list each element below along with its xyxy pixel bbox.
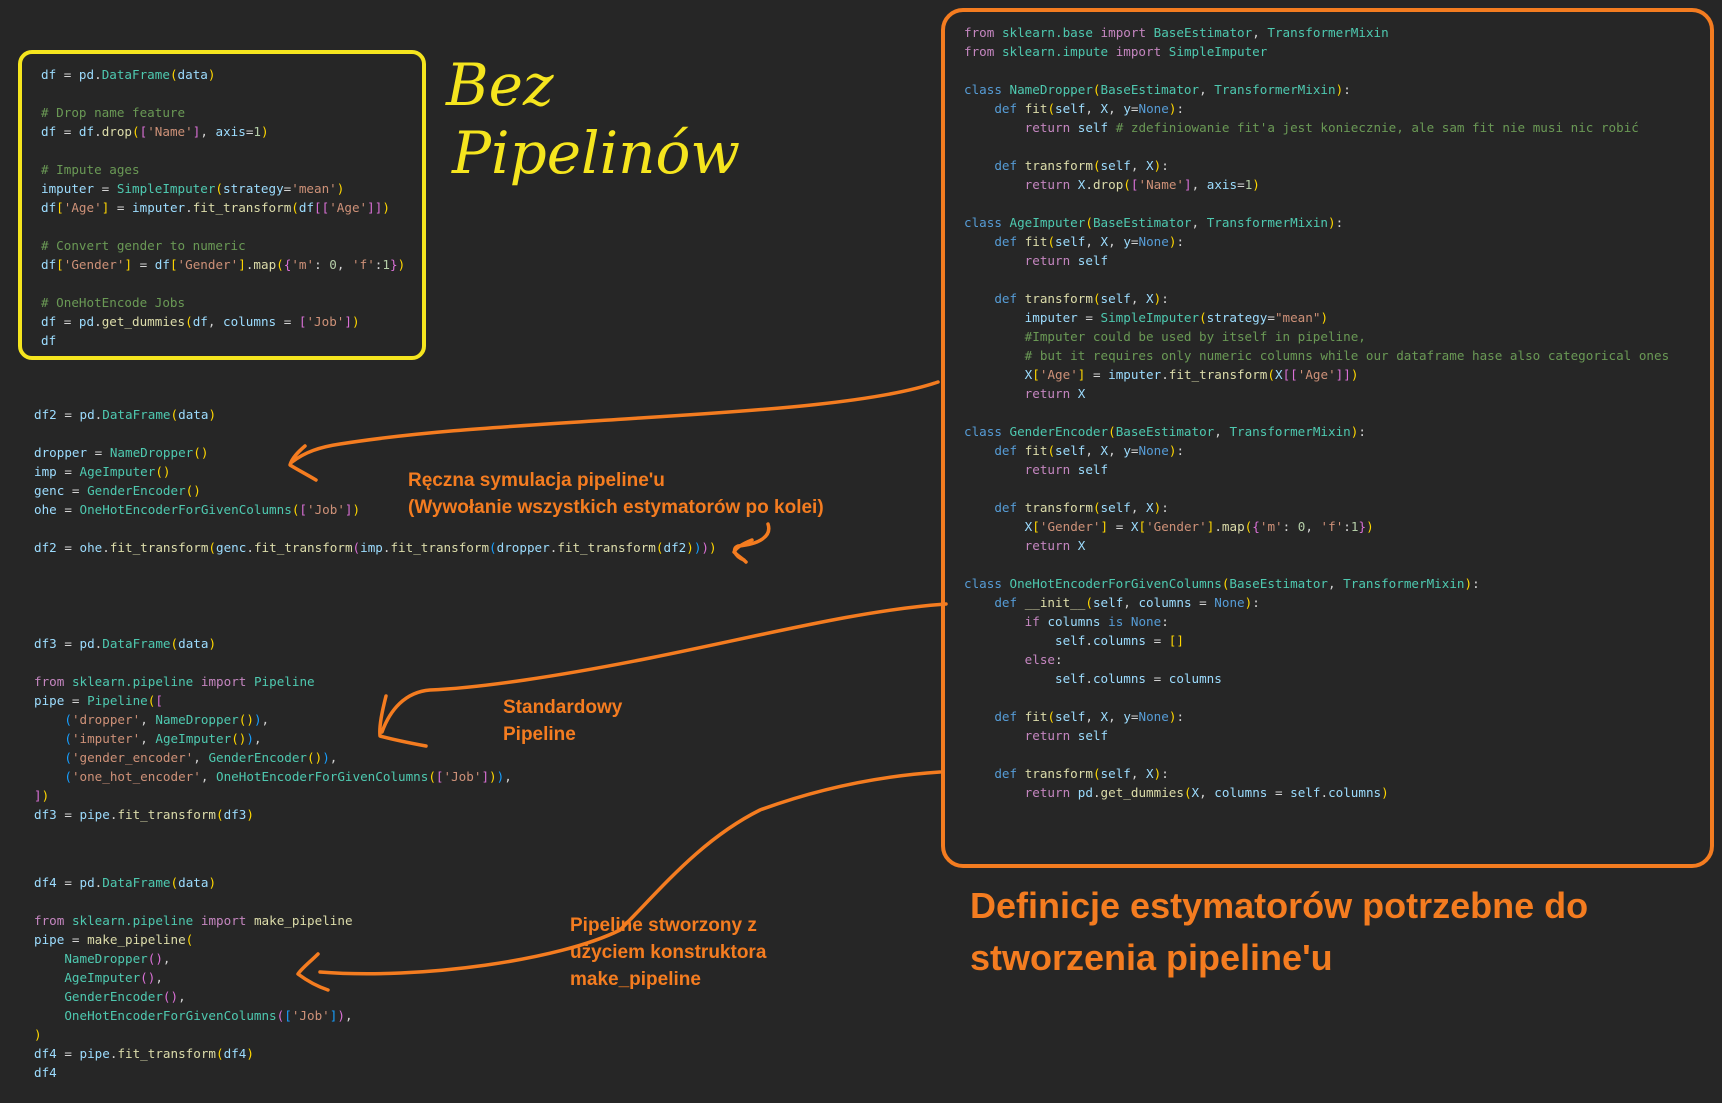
- arrow-definitions-to-standard: [380, 602, 948, 734]
- arrow-definitions-to-make: [318, 770, 942, 976]
- annotation-arrows: [288, 380, 948, 992]
- arrow-definitions-to-manual: [290, 380, 940, 464]
